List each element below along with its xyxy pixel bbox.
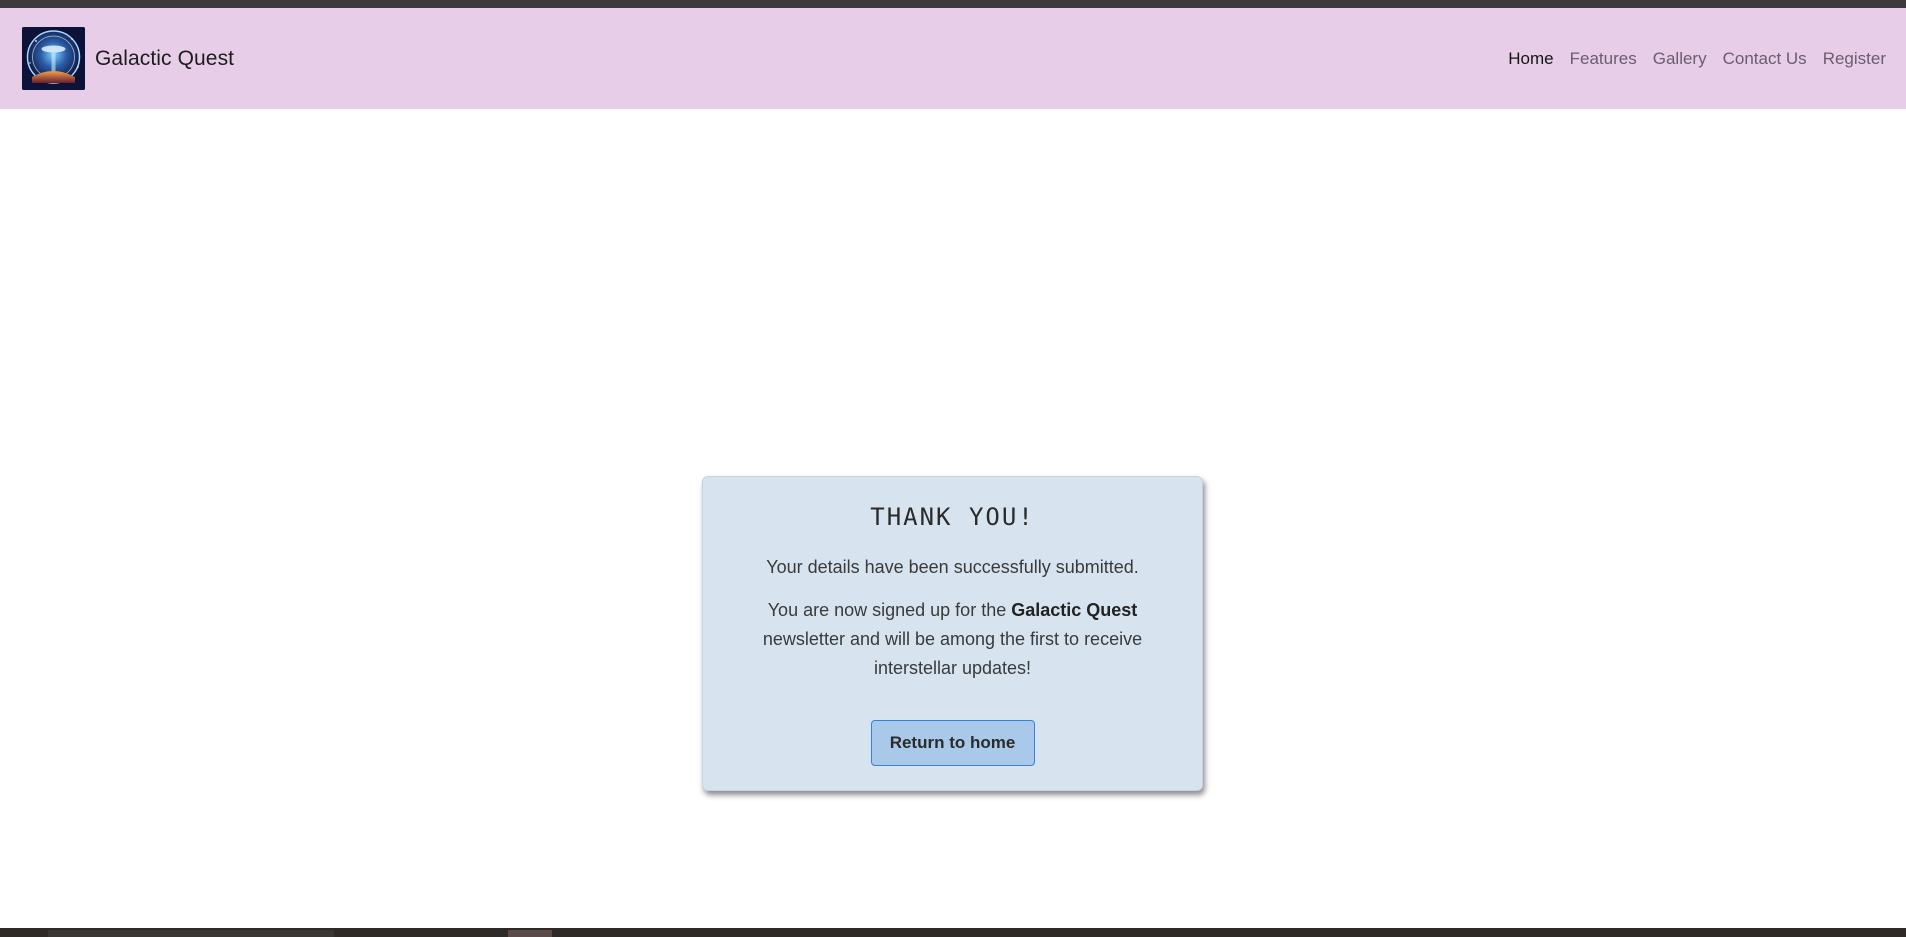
nav-link-home[interactable]: Home (1508, 49, 1553, 69)
galactic-quest-logo-icon (22, 27, 85, 90)
nav-link-features[interactable]: Features (1570, 49, 1637, 69)
thank-you-card: THANK YOU! Your details have been succes… (702, 476, 1203, 791)
browser-top-strip (0, 0, 1906, 8)
nav-link-register[interactable]: Register (1823, 49, 1886, 69)
card-title: THANK YOU! (870, 503, 1035, 531)
newsletter-text-start: You are now signed up for the (767, 600, 1012, 620)
nav-links: Home Features Gallery Contact Us Registe… (1508, 49, 1886, 69)
nav-link-gallery[interactable]: Gallery (1653, 49, 1707, 69)
brand-name: Galactic Quest (95, 46, 235, 70)
newsletter-signup-text: You are now signed up for the Galactic Q… (733, 596, 1172, 683)
navbar: Galactic Quest Home Features Gallery Con… (0, 8, 1906, 109)
nav-link-contact-us[interactable]: Contact Us (1723, 49, 1807, 69)
submission-confirmation-text: Your details have been successfully subm… (766, 557, 1139, 577)
brand-link[interactable]: Galactic Quest (22, 27, 234, 90)
newsletter-brand-name: Galactic Quest (1011, 600, 1138, 620)
return-to-home-button[interactable]: Return to home (870, 720, 1035, 766)
taskbar-strip (0, 928, 1906, 937)
taskbar-segment (48, 930, 334, 937)
newsletter-text-end: newsletter and will be among the first t… (762, 629, 1143, 678)
taskbar-segment (508, 930, 552, 937)
